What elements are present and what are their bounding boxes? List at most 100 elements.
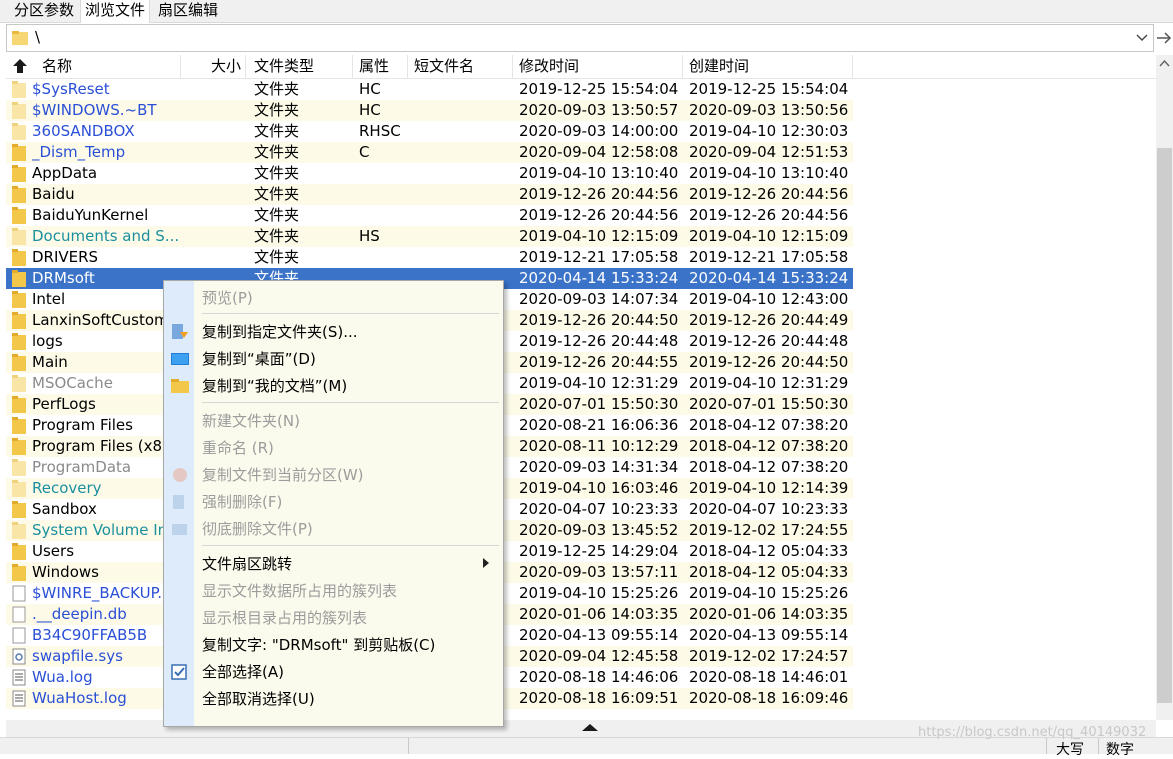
go-arrow-icon[interactable]	[1155, 28, 1173, 48]
folder-icon	[12, 396, 26, 413]
menu-item[interactable]: 复制到指定文件夹(S)...	[164, 318, 503, 344]
table-row[interactable]: BaiduYunKernel 文件夹 2019-12-26 20:44:56 2019…	[6, 205, 853, 226]
file-attr	[359, 184, 409, 205]
force-delete-icon	[173, 495, 184, 509]
created-time: 2019-12-26 20:44:49	[689, 311, 849, 329]
table-row[interactable]: Baidu 文件夹 2019-12-26 20:44:56 2019-12-26 20…	[6, 184, 853, 205]
created-time: 2020-08-18 14:46:01	[689, 668, 849, 686]
tab-bar: 分区参数 浏览文件 扇区编辑	[0, 0, 1173, 23]
menu-item[interactable]: 全部选择(A)	[164, 658, 503, 684]
folder-icon	[12, 459, 26, 476]
chevron-down-icon[interactable]	[1133, 27, 1151, 47]
modified-time: 2020-08-11 10:12:29	[519, 437, 679, 455]
path-combobox[interactable]: \	[6, 24, 1154, 52]
folder-icon	[12, 438, 26, 455]
col-header-name[interactable]: 名称	[36, 55, 181, 78]
modified-time: 2020-04-07 10:23:33	[519, 500, 679, 518]
table-row[interactable]: $SysReset 文件夹 HC 2019-12-25 15:54:04 2019-12…	[6, 79, 853, 100]
col-header-type[interactable]: 文件类型	[246, 55, 353, 78]
menu-item[interactable]: 复制文字: "DRMsoft" 到剪贴板(C)	[164, 631, 503, 657]
menu-item[interactable]: 复制到“我的文档”(M)	[164, 372, 503, 398]
folder-icon	[12, 375, 26, 392]
col-header-size[interactable]: 大小	[181, 55, 246, 78]
modified-time: 2019-12-25 14:29:04	[519, 542, 679, 560]
table-row[interactable]: 360SANDBOX 文件夹 RHSC 2020-09-03 14:00:00 2019…	[6, 121, 853, 142]
copy-to-folder-icon	[172, 324, 188, 339]
menu-item: 复制文件到当前分区(W)	[164, 461, 503, 487]
modified-time: 2020-09-03 14:00:00	[519, 122, 679, 140]
menu-item: 彻底删除文件(P)	[164, 515, 503, 541]
created-time: 2020-01-06 14:03:35	[689, 605, 849, 623]
menu-separator	[202, 402, 499, 403]
menu-item-label: 强制删除(F)	[202, 493, 283, 511]
created-time: 2019-12-02 17:24:55	[689, 521, 849, 539]
modified-time: 2019-04-10 16:03:46	[519, 479, 679, 497]
modified-time: 2020-09-04 12:45:58	[519, 647, 679, 665]
created-time: 2019-04-10 12:30:03	[689, 122, 849, 140]
col-header-shortname[interactable]: 短文件名	[408, 55, 513, 78]
created-time: 2020-07-01 15:50:30	[689, 395, 849, 413]
table-row[interactable]: AppData 文件夹 2019-04-10 13:10:40 2019-04-10 …	[6, 163, 853, 184]
created-time: 2019-04-10 12:14:39	[689, 479, 849, 497]
tab-browse-files[interactable]: 浏览文件	[80, 0, 151, 23]
system-file-icon	[12, 648, 26, 665]
file-name: _Dism_Temp	[32, 143, 126, 161]
file-name: 360SANDBOX	[32, 122, 135, 140]
table-row[interactable]: DRIVERS 文件夹 2019-12-21 17:05:58 2019-12-21 …	[6, 247, 853, 268]
scroll-up-icon[interactable]	[1156, 55, 1173, 72]
status-caps: 大写	[1056, 742, 1084, 758]
folder-icon	[12, 165, 26, 182]
tab-partition-params[interactable]: 分区参数	[10, 0, 78, 21]
file-type: 文件夹	[254, 185, 300, 203]
modified-time: 2020-04-13 09:55:14	[519, 626, 679, 644]
file-attr: HS	[359, 227, 380, 245]
created-time: 2019-12-26 20:44:56	[689, 206, 849, 224]
up-arrow-icon[interactable]	[12, 58, 28, 74]
path-text: \	[35, 28, 41, 46]
table-row[interactable]: $WINDOWS.~BT 文件夹 HC 2020-09-03 13:50:57 2020…	[6, 100, 853, 121]
col-header-created[interactable]: 创建时间	[683, 55, 853, 78]
modified-time: 2020-09-03 13:45:52	[519, 521, 679, 539]
created-time: 2020-09-03 13:50:56	[689, 101, 849, 119]
menu-item-label: 全部选择(A)	[202, 663, 284, 681]
modified-time: 2020-04-14 15:33:24	[519, 269, 679, 287]
menu-item: 新建文件夹(N)	[164, 407, 503, 433]
file-attr	[359, 247, 409, 268]
menu-item: 强制删除(F)	[164, 488, 503, 514]
menu-item[interactable]: 全部取消选择(U)	[164, 685, 503, 711]
modified-time: 2019-12-26 20:44:55	[519, 353, 679, 371]
vertical-scroll-thumb[interactable]	[1157, 148, 1172, 703]
menu-item[interactable]: 文件扇区跳转	[164, 550, 503, 576]
menu-item-label: 复制文件到当前分区(W)	[202, 466, 364, 484]
submenu-arrow-icon	[483, 558, 489, 568]
col-header-attr[interactable]: 属性	[353, 55, 408, 78]
menu-item[interactable]: 复制到“桌面”(D)	[164, 345, 503, 371]
text-file-icon	[12, 690, 26, 707]
folder-icon	[12, 144, 26, 161]
checkbox-icon	[171, 664, 187, 680]
file-type: 文件夹	[254, 143, 300, 161]
file-name: $SysReset	[32, 80, 110, 98]
file-attr: HC	[359, 101, 381, 119]
context-menu: 预览(P) 复制到指定文件夹(S)... 复制到“桌面”(D) 复制到“我的文档”(M…	[163, 280, 504, 727]
created-time: 2019-12-26 20:44:50	[689, 353, 849, 371]
modified-time: 2020-07-01 15:50:30	[519, 395, 679, 413]
col-header-modified[interactable]: 修改时间	[513, 55, 683, 78]
file-icon	[12, 606, 26, 623]
menu-item-label: 复制到指定文件夹(S)...	[202, 323, 358, 341]
menu-separator	[202, 313, 499, 314]
table-row[interactable]: _Dism_Temp 文件夹 C 2020-09-04 12:58:08 2020-09…	[6, 142, 853, 163]
folder-icon	[12, 270, 26, 287]
folder-icon	[12, 312, 26, 329]
created-time: 2018-04-12 07:38:20	[689, 437, 849, 455]
folder-icon	[12, 207, 26, 224]
menu-item-label: 复制文字: "DRMsoft" 到剪贴板(C)	[202, 636, 436, 654]
modified-time: 2019-04-10 12:15:09	[519, 227, 679, 245]
menu-item-label: 显示文件数据所占用的簇列表	[202, 582, 398, 600]
tab-sector-edit[interactable]: 扇区编辑	[154, 0, 222, 21]
folder-icon	[12, 123, 26, 140]
folder-icon	[12, 102, 26, 119]
created-time: 2019-12-26 20:44:48	[689, 332, 849, 350]
folder-icon	[12, 417, 26, 434]
table-row[interactable]: Documents and S... 文件夹 HS 2019-04-10 12:15:…	[6, 226, 853, 247]
